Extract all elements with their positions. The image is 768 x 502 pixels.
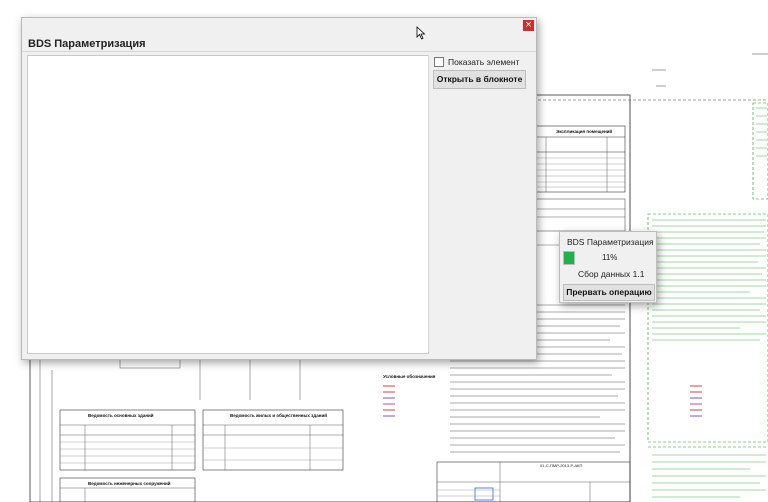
svg-text:Ведомость инженерных сооружени: Ведомость инженерных сооружений (88, 480, 171, 486)
explication-table: Экспликация помещений (532, 125, 626, 246)
bds-parametrization-dialog: × BDS Параметризация Показать элемент От… (21, 17, 537, 360)
right-legend (690, 385, 702, 417)
svg-text:Ведомость жилых и общественных: Ведомость жилых и общественных зданий (230, 412, 327, 418)
dialog-title: BDS Параметризация (28, 38, 146, 50)
svg-text:Условные обозначения: Условные обозначения (383, 373, 436, 379)
progress-percent: 11% (602, 253, 618, 262)
svg-text:01-С-ПМР-2013-Р-АКП: 01-С-ПМР-2013-Р-АКП (540, 463, 582, 468)
show-element-checkbox[interactable]: Показать элемент (434, 57, 520, 67)
table-residential: Ведомость жилых и общественных зданий (202, 409, 344, 471)
checkbox-box[interactable] (434, 57, 444, 67)
table-buildings: Ведомость основных зданий (59, 409, 196, 471)
title-stamp: 01-С-ПМР-2013-Р-АКП (436, 461, 631, 502)
open-in-notepad-button[interactable]: Открыть в блокноте (433, 70, 526, 89)
preview-panel (27, 55, 429, 354)
panel-divider (428, 55, 429, 352)
green-annotation-frames (647, 102, 768, 448)
svg-text:Экспликация помещений: Экспликация помещений (556, 128, 612, 134)
progress-status: Сбор данных 1.1 (578, 269, 645, 279)
svg-text:Ведомость основных зданий: Ведомость основных зданий (88, 412, 154, 418)
show-element-label: Показать элемент (448, 57, 520, 67)
progress-bar (563, 251, 575, 265)
close-button[interactable]: × (523, 20, 534, 31)
mouse-cursor-icon (416, 26, 426, 40)
abort-operation-button[interactable]: Прервать операцию (563, 284, 655, 301)
progress-title: BDS Параметризация (567, 237, 654, 247)
progress-fill (564, 252, 574, 264)
progress-dialog: BDS Параметризация 11% Сбор данных 1.1 П… (559, 231, 657, 303)
legend-colored-lines: Условные обозначения (383, 373, 436, 417)
title-separator (22, 51, 536, 52)
table-engineering: Ведомость инженерных сооружений (59, 477, 196, 502)
